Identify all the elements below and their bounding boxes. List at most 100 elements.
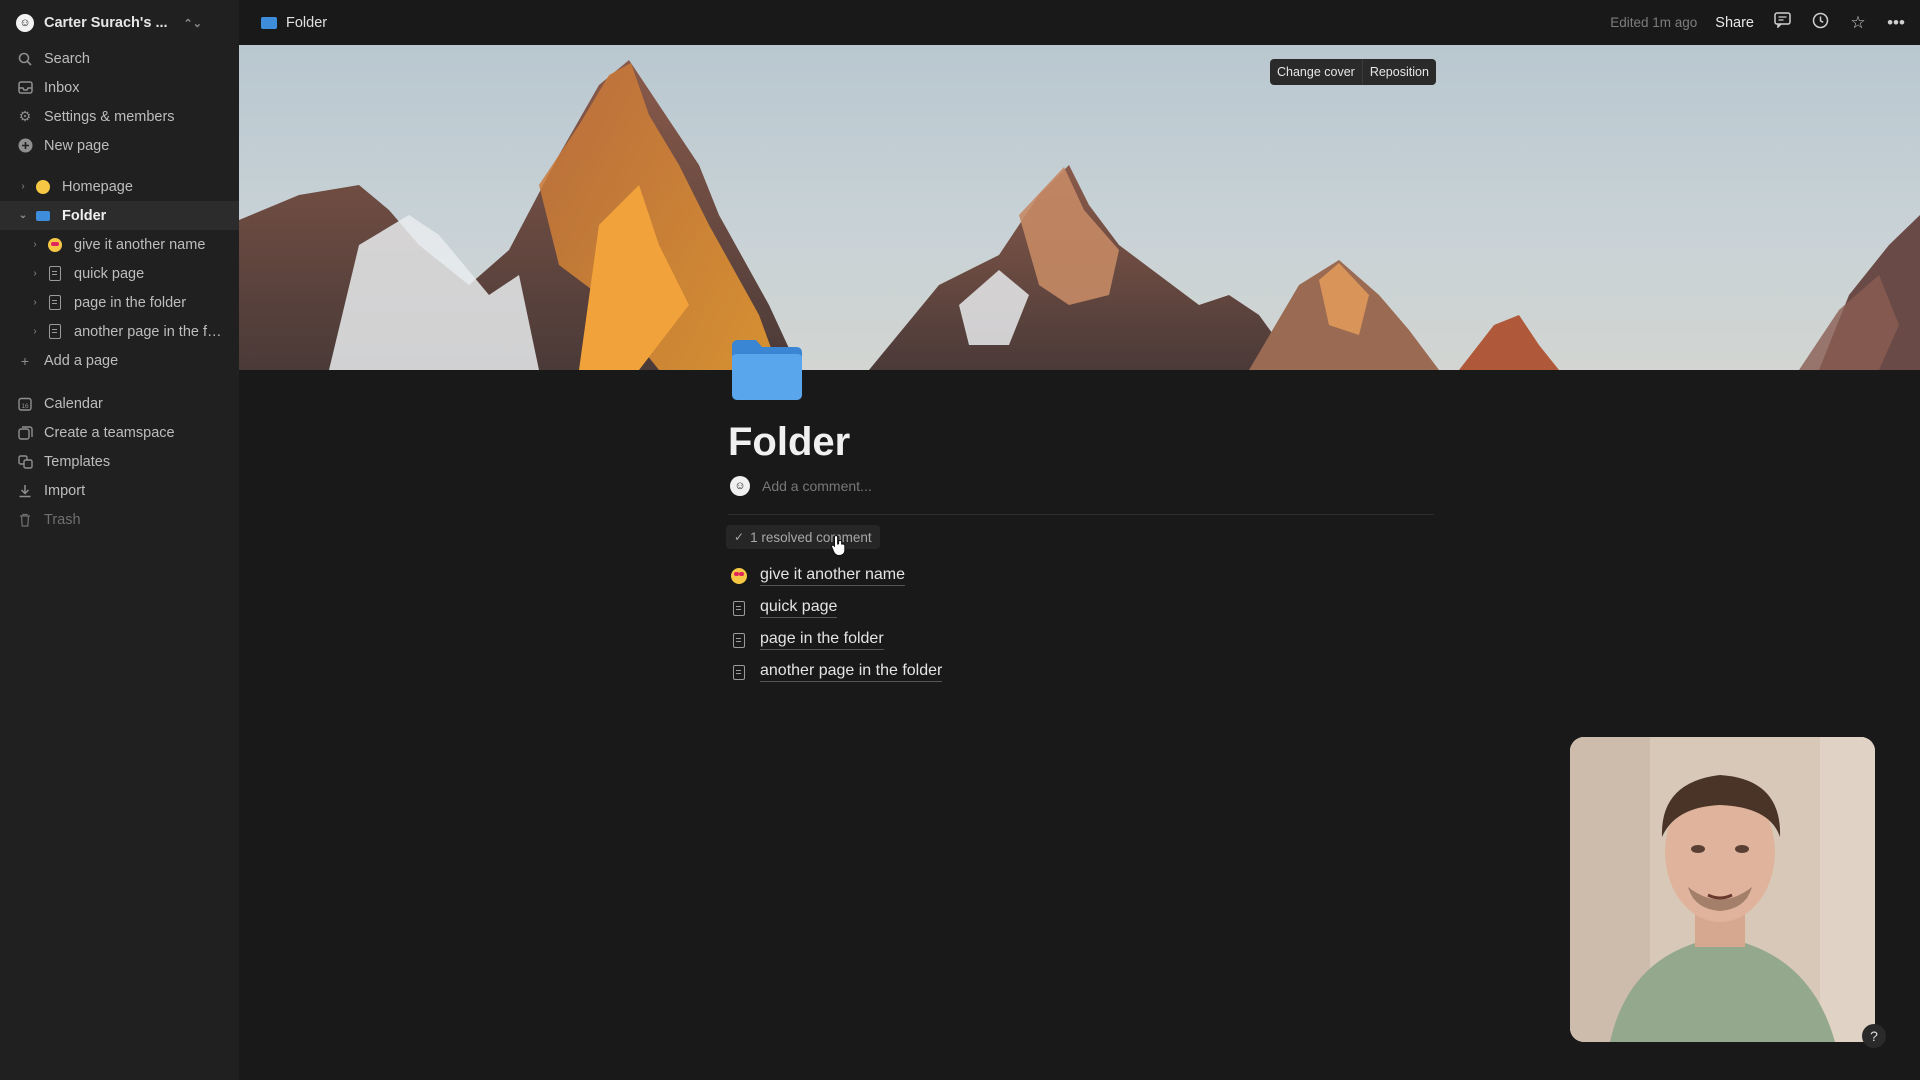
document-icon <box>46 323 64 341</box>
sidebar-item-give-it-another-name[interactable]: › give it another name <box>0 230 239 259</box>
sidebar-item-label: page in the folder <box>74 294 187 311</box>
resolved-comments-button[interactable]: ✓ 1 resolved comment <box>726 525 880 549</box>
chevron-right-icon[interactable]: › <box>16 181 30 192</box>
sidebar-item-new-page[interactable]: New page <box>0 131 239 160</box>
document-icon <box>730 632 748 648</box>
sidebar-item-homepage[interactable]: › Homepage <box>0 172 239 201</box>
sidebar-item-settings[interactable]: ⚙ Settings & members <box>0 102 239 131</box>
sidebar-item-label: another page in the fol... <box>74 323 229 340</box>
inbox-icon <box>16 79 34 97</box>
subpage-quick-page[interactable]: quick page <box>730 592 942 624</box>
sidebar-item-label: Import <box>44 482 86 499</box>
hand-cursor-icon <box>830 534 848 561</box>
sidebar-item-label: give it another name <box>74 236 206 253</box>
subpage-label: another page in the folder <box>760 662 943 682</box>
star-icon[interactable]: ☆ <box>1848 13 1868 33</box>
plus-circle-icon <box>16 137 34 155</box>
page-folder-icon[interactable] <box>728 332 806 402</box>
subpage-page-in-the-folder[interactable]: page in the folder <box>730 624 942 656</box>
svg-text:16: 16 <box>21 403 29 410</box>
sidebar-item-search[interactable]: Search <box>0 44 239 73</box>
subpage-label: quick page <box>760 598 838 618</box>
subpage-list: give it another name quick page page in … <box>730 560 943 688</box>
subpage-label: give it another name <box>760 566 905 586</box>
reposition-button[interactable]: Reposition <box>1361 59 1436 85</box>
sidebar-item-another-page-in-the-folder[interactable]: › another page in the fol... <box>0 317 239 346</box>
breadcrumb-label: Folder <box>286 14 328 31</box>
sidebar-item-label: Folder <box>62 207 107 224</box>
sidebar-item-label: Trash <box>44 511 81 528</box>
sidebar-item-label: Create a teamspace <box>44 424 175 441</box>
chevron-right-icon[interactable]: › <box>28 268 42 279</box>
document-icon <box>46 265 64 283</box>
comments-icon[interactable] <box>1772 12 1792 33</box>
document-icon <box>46 294 64 312</box>
cover-image[interactable]: Change cover Reposition <box>239 45 1920 370</box>
cover-controls: Change cover Reposition <box>1270 59 1436 85</box>
sidebar: ☺ Carter Surach's ... ⌃⌄ Search Inbox ⚙ … <box>0 0 239 1080</box>
folder-icon <box>261 16 277 29</box>
webcam-video-overlay <box>1570 737 1875 1042</box>
sidebar-item-label: Inbox <box>44 79 80 96</box>
breadcrumb[interactable]: Folder <box>261 15 327 31</box>
sidebar-item-trash[interactable]: Trash <box>0 505 239 534</box>
page-title[interactable]: Folder <box>728 420 850 465</box>
sidebar-item-label: New page <box>44 137 110 154</box>
calendar-icon: 16 <box>16 395 34 413</box>
chevron-right-icon[interactable]: › <box>28 239 42 250</box>
document-icon <box>730 600 748 616</box>
chevron-updown-icon[interactable]: ⌃⌄ <box>184 17 202 30</box>
mountain-cover-illustration <box>239 60 1920 370</box>
sidebar-item-label: Calendar <box>44 395 103 412</box>
sidebar-item-page-in-the-folder[interactable]: › page in the folder <box>0 288 239 317</box>
sidebar-item-label: quick page <box>74 265 145 282</box>
heart-eyes-emoji-icon <box>730 568 748 584</box>
checkmark-icon: ✓ <box>734 530 745 544</box>
import-icon <box>16 482 34 500</box>
add-comment-row[interactable]: ☺ Add a comment... <box>730 476 872 496</box>
history-clock-icon[interactable] <box>1810 12 1830 34</box>
chevron-right-icon[interactable]: › <box>28 297 42 308</box>
sidebar-item-label: Homepage <box>62 178 133 195</box>
sidebar-item-label: Templates <box>44 453 111 470</box>
sidebar-item-import[interactable]: Import <box>0 476 239 505</box>
workspace-avatar: ☺ <box>16 14 34 32</box>
change-cover-button[interactable]: Change cover <box>1270 59 1362 85</box>
sidebar-item-label: Add a page <box>44 352 119 369</box>
sidebar-item-quick-page[interactable]: › quick page <box>0 259 239 288</box>
document-icon <box>730 664 748 680</box>
heart-eyes-emoji-icon <box>46 236 64 254</box>
folder-icon <box>34 207 52 225</box>
topbar: Folder Edited 1m ago Share ☆ ••• <box>239 0 1920 45</box>
sidebar-item-calendar[interactable]: 16 Calendar <box>0 389 239 418</box>
teamspace-icon <box>16 424 34 442</box>
chevron-right-icon[interactable]: › <box>28 326 42 337</box>
sidebar-item-label: Settings & members <box>44 108 175 125</box>
plus-icon: + <box>20 352 30 369</box>
sidebar-item-folder[interactable]: ⌄ Folder <box>0 201 239 230</box>
sidebar-item-templates[interactable]: Templates <box>0 447 239 476</box>
gear-icon: ⚙ <box>18 108 32 124</box>
sidebar-item-label: Search <box>44 50 90 67</box>
resolved-comments-label: 1 resolved comment <box>750 529 872 545</box>
avatar: ☺ <box>730 476 750 496</box>
smiley-emoji-icon <box>34 178 52 196</box>
workspace-name: Carter Surach's ... <box>44 15 168 31</box>
edited-timestamp: Edited 1m ago <box>1610 15 1698 30</box>
search-icon <box>16 50 34 68</box>
chevron-down-icon[interactable]: ⌄ <box>16 210 30 221</box>
sidebar-add-page[interactable]: + Add a page <box>0 346 239 375</box>
templates-icon <box>16 453 34 471</box>
subpage-give-it-another-name[interactable]: give it another name <box>730 560 942 592</box>
trash-icon <box>16 511 34 529</box>
divider <box>728 514 1434 515</box>
more-options-icon[interactable]: ••• <box>1886 13 1906 33</box>
workspace-switcher[interactable]: ☺ Carter Surach's ... ⌃⌄ <box>0 10 239 36</box>
share-button[interactable]: Share <box>1715 15 1754 31</box>
add-comment-placeholder[interactable]: Add a comment... <box>762 478 872 494</box>
sidebar-item-create-teamspace[interactable]: Create a teamspace <box>0 418 239 447</box>
subpage-another-page-in-the-folder[interactable]: another page in the folder <box>730 656 943 688</box>
sidebar-item-inbox[interactable]: Inbox <box>0 73 239 102</box>
help-button[interactable]: ? <box>1862 1024 1886 1048</box>
subpage-label: page in the folder <box>760 630 884 650</box>
